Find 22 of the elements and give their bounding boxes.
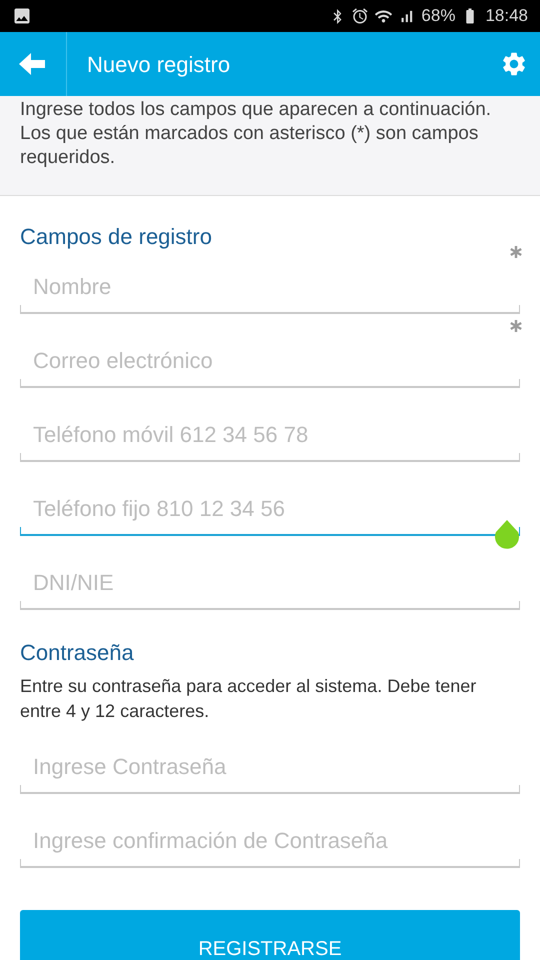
input-field[interactable]: DNI/NIE xyxy=(20,566,520,610)
text-cursor-handle-icon[interactable] xyxy=(494,520,520,550)
image-icon xyxy=(12,6,32,26)
alarm-icon xyxy=(351,7,370,25)
arrow-left-icon xyxy=(19,53,47,75)
register-button[interactable]: REGISTRARSE xyxy=(20,910,520,960)
intro-text: Ingrese todos los campos que aparecen a continuación. Los que están marcados con asterisco (*) son campos requeridos. xyxy=(20,98,492,170)
input-field[interactable]: Teléfono fijo 810 12 34 56 xyxy=(20,492,520,536)
section-heading: Campos de registro xyxy=(20,224,212,250)
section-description: Entre su contraseña para acceder al sistema. Debe tener entre 4 y 12 caracteres. xyxy=(19,675,478,723)
input-field[interactable]: Correo electrónico xyxy=(20,344,520,388)
input-field[interactable]: Ingrese confirmación de Contraseña xyxy=(20,824,520,868)
settings-button[interactable] xyxy=(500,50,528,78)
input-field[interactable]: Teléfono móvil 612 34 56 78 xyxy=(20,418,520,462)
wifi-icon xyxy=(375,8,392,24)
clock: 18:48 xyxy=(485,5,528,28)
gear-icon xyxy=(500,50,528,78)
battery-percent: 68% xyxy=(421,5,456,28)
section-heading: Contraseña xyxy=(20,640,134,666)
screen-title: Nuevo registro xyxy=(87,50,230,79)
input-field[interactable]: Nombre xyxy=(20,270,520,314)
input-field[interactable]: Ingrese Contraseña xyxy=(20,750,520,794)
